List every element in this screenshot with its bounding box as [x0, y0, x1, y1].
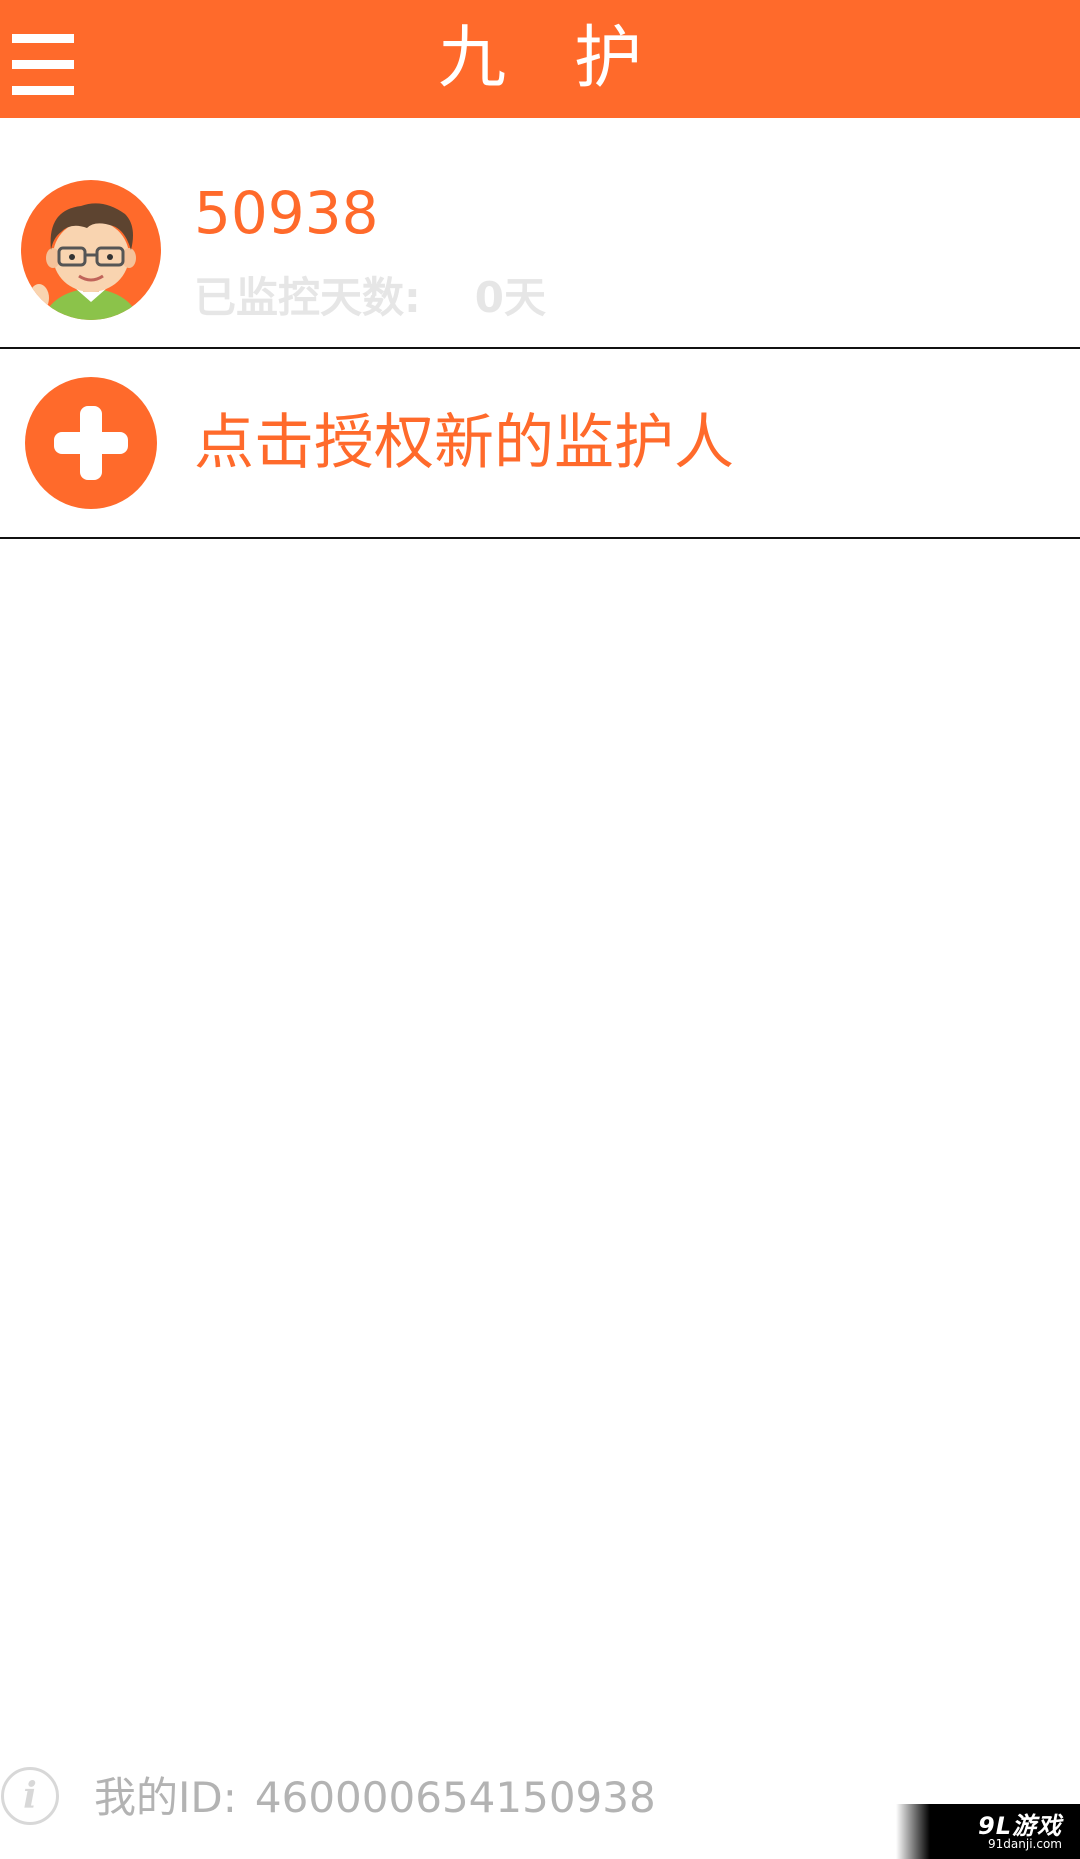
my-id-label: 我的ID:: [94, 1773, 237, 1822]
plus-icon: [25, 377, 157, 509]
my-id: 我的ID: 460000654150938: [94, 1772, 656, 1824]
my-id-value: 460000654150938: [254, 1773, 656, 1822]
watermark-logo: 9L游戏: [978, 1812, 1062, 1840]
monitored-days-label: 已监控天数:: [194, 273, 421, 322]
add-guardian-label: 点击授权新的监护人: [194, 408, 734, 478]
monitored-days: 已监控天数: 0天: [194, 270, 546, 326]
monitored-days-value: 0天: [474, 273, 547, 322]
app-header: 九护: [0, 0, 1080, 118]
avatar-icon: [21, 180, 161, 320]
watermark-url: 91danji.com: [988, 1837, 1062, 1851]
info-icon[interactable]: i: [1, 1767, 59, 1825]
page-title: 九护: [437, 19, 710, 98]
divider: [0, 537, 1080, 539]
user-card[interactable]: 50938 已监控天数: 0天: [0, 118, 1080, 347]
add-guardian-row[interactable]: 点击授权新的监护人: [0, 349, 1080, 538]
user-name: 50938: [194, 179, 379, 247]
site-watermark: 9L游戏 91danji.com: [896, 1804, 1080, 1859]
